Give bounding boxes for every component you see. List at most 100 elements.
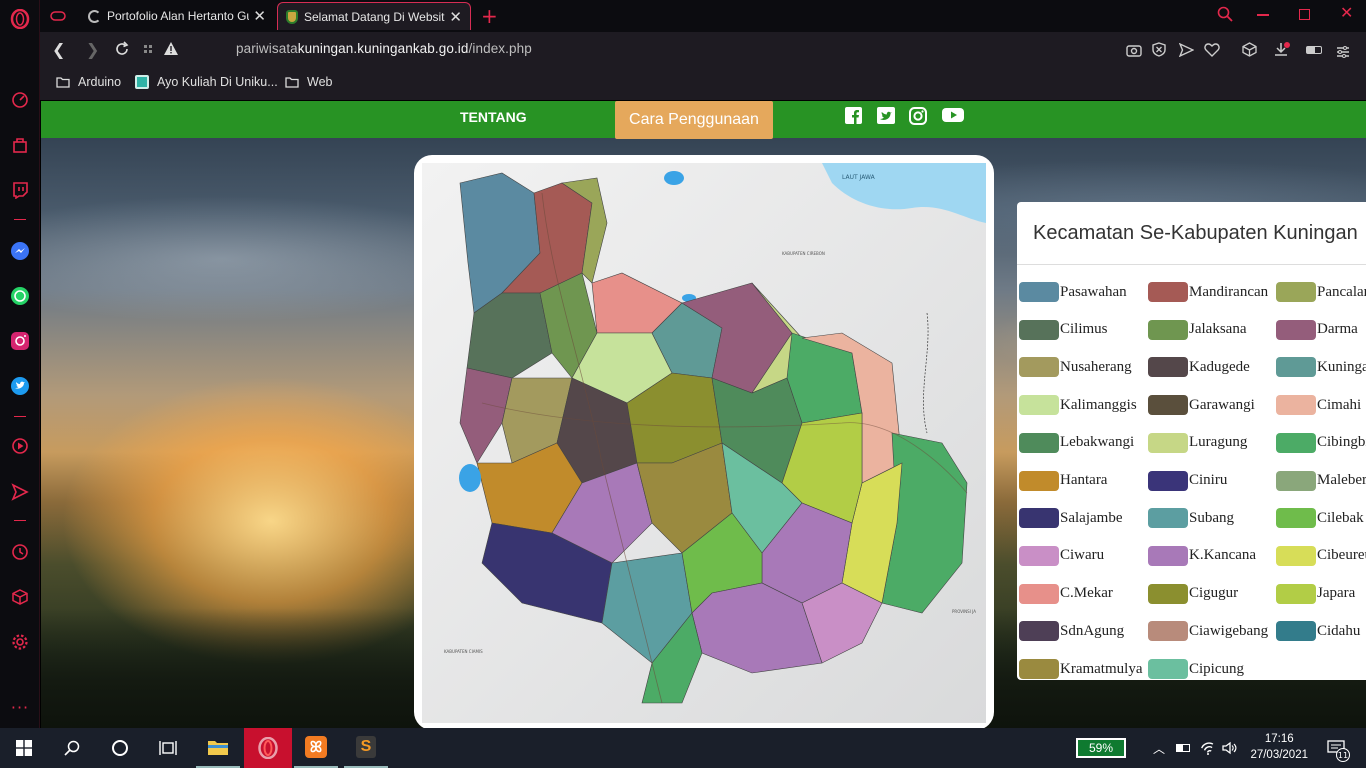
legend-item: Hantara: [1019, 470, 1107, 491]
download-icon[interactable]: [1274, 42, 1290, 62]
speed-dial-grid-icon[interactable]: [144, 45, 152, 53]
share-icon[interactable]: [1178, 42, 1195, 61]
legend-item: Ciniru: [1148, 470, 1227, 491]
battery-saver-icon[interactable]: [1306, 46, 1322, 54]
legend-swatch: [1276, 545, 1316, 566]
bookmark-heart-icon[interactable]: [1204, 42, 1220, 61]
whatsapp-icon[interactable]: [0, 281, 40, 311]
close-tab-icon[interactable]: ✕: [445, 7, 462, 26]
kuningan-district-map[interactable]: LAUT JAWA KABUPATEN CIREBON PROVINSI JA …: [422, 163, 986, 723]
legend-item: Mandirancan: [1148, 282, 1268, 302]
opera-menu-icon[interactable]: [0, 4, 40, 34]
file-explorer-icon[interactable]: [196, 728, 240, 768]
legend-label: Cibeureum: [1317, 547, 1366, 564]
twitter-icon[interactable]: [877, 107, 895, 125]
legend-swatch: [1148, 508, 1188, 529]
tab-game-icon[interactable]: [42, 2, 76, 30]
legend-item: Cimahi: [1276, 395, 1361, 416]
player-icon[interactable]: [0, 431, 40, 461]
tab-selamat-datang[interactable]: Selamat Datang Di Website ✕: [277, 2, 471, 30]
back-icon[interactable]: ❮: [52, 40, 65, 59]
legend-swatch: [1276, 508, 1316, 529]
youtube-icon[interactable]: [942, 107, 964, 125]
twitch-icon[interactable]: [0, 175, 40, 205]
tab-title: Selamat Datang Di Website: [304, 9, 452, 24]
xampp-icon[interactable]: ꕤ: [294, 728, 338, 768]
legend-item: Kuningan: [1276, 357, 1366, 378]
legend-swatch: [1276, 621, 1316, 642]
instagram-icon[interactable]: [0, 326, 40, 356]
battery-icon[interactable]: [1174, 728, 1192, 768]
legend-swatch: [1276, 357, 1316, 378]
easy-setup-icon[interactable]: [1336, 43, 1350, 62]
url-field[interactable]: pariwisatakuningan.kuningankab.go.id/ind…: [236, 41, 532, 56]
clock-date: 27/03/2021: [1250, 749, 1308, 761]
chevron-up-icon[interactable]: ︿: [1150, 728, 1168, 768]
legend-item: Ciwaru: [1019, 545, 1104, 566]
tab-strip: Portofolio Alan Hertanto Gu ✕ Selamat Da…: [40, 0, 1366, 32]
cara-penggunaan-button[interactable]: Cara Penggunaan: [615, 101, 773, 139]
shopping-icon[interactable]: [0, 130, 40, 160]
volume-icon[interactable]: [1220, 728, 1240, 768]
legend-swatch: [1019, 545, 1059, 566]
legend-label: Cigugur: [1189, 585, 1239, 602]
facebook-icon[interactable]: [845, 107, 863, 125]
messenger-icon[interactable]: [0, 236, 40, 266]
camera-icon[interactable]: [1126, 42, 1142, 61]
restore-icon[interactable]: [1299, 9, 1310, 20]
legend-item: Luragung: [1148, 432, 1247, 453]
adblock-icon[interactable]: [1152, 42, 1166, 61]
legend-swatch: [1148, 319, 1188, 340]
new-tab-icon[interactable]: +: [481, 4, 498, 28]
site-icon: [135, 75, 149, 89]
notifications-icon[interactable]: 11: [1320, 728, 1352, 768]
legend-item: Jalaksana: [1148, 319, 1246, 340]
windows-taskbar: ꕤ S 59% ︿ 17:16 27/03/2021 11: [0, 728, 1366, 768]
speed-dial-icon[interactable]: [0, 85, 40, 115]
start-icon[interactable]: [0, 728, 48, 768]
bookmark-uniku[interactable]: Ayo Kuliah Di Uniku...: [135, 75, 278, 89]
history-icon[interactable]: [0, 537, 40, 567]
tab-portofolio[interactable]: Portofolio Alan Hertanto Gu ✕: [80, 2, 274, 30]
bookmark-arduino[interactable]: Arduino: [56, 75, 121, 89]
legend-label: Cibingbin: [1317, 434, 1366, 451]
extensions-icon[interactable]: [0, 582, 40, 612]
instagram-icon[interactable]: [909, 107, 927, 125]
legend-item: Garawangi: [1148, 395, 1255, 416]
search-tabs-icon[interactable]: [1217, 6, 1233, 26]
folder-icon: [285, 76, 299, 88]
forward-icon[interactable]: ❯: [86, 40, 99, 59]
not-secure-icon[interactable]: [163, 41, 179, 60]
legend-swatch: [1276, 470, 1316, 491]
extension-cube-icon[interactable]: [1242, 42, 1257, 61]
legend-item: SdnAgung: [1019, 621, 1124, 642]
legend-label: Garawangi: [1189, 396, 1255, 413]
task-view-icon[interactable]: [144, 728, 192, 768]
url-domain: kuningan.kuningankab.go.id: [297, 41, 469, 56]
close-tab-icon[interactable]: ✕: [249, 7, 266, 25]
legend-item: Nusaherang: [1019, 357, 1132, 378]
bookmark-web[interactable]: Web: [285, 75, 332, 89]
legend-label: Kadugede: [1189, 358, 1250, 375]
system-clock[interactable]: 17:16 27/03/2021: [1250, 731, 1308, 763]
reload-icon[interactable]: [114, 41, 130, 61]
nav-tentang-link[interactable]: TENTANG: [460, 109, 527, 125]
legend-label: Japara: [1317, 585, 1356, 602]
battery-indicator[interactable]: 59%: [1076, 738, 1126, 758]
send-icon[interactable]: [0, 477, 40, 507]
legend-swatch: [1019, 508, 1059, 529]
legend-label: Cilebak: [1317, 509, 1364, 526]
opera-taskbar-icon[interactable]: [244, 728, 292, 768]
legend-label: Darma: [1317, 321, 1358, 338]
cortana-icon[interactable]: [96, 728, 144, 768]
search-icon[interactable]: [48, 728, 96, 768]
district-map-graphic: LAUT JAWA KABUPATEN CIREBON PROVINSI JA …: [422, 163, 986, 723]
minimize-icon[interactable]: [1257, 14, 1269, 16]
legend-label: K.Kancana: [1189, 547, 1257, 564]
close-window-icon[interactable]: ✕: [1340, 3, 1353, 22]
twitter-icon[interactable]: [0, 371, 40, 401]
wifi-icon[interactable]: [1198, 728, 1218, 768]
settings-icon[interactable]: [0, 627, 40, 657]
more-icon[interactable]: ···: [0, 692, 40, 722]
sublime-text-icon[interactable]: S: [344, 728, 388, 768]
